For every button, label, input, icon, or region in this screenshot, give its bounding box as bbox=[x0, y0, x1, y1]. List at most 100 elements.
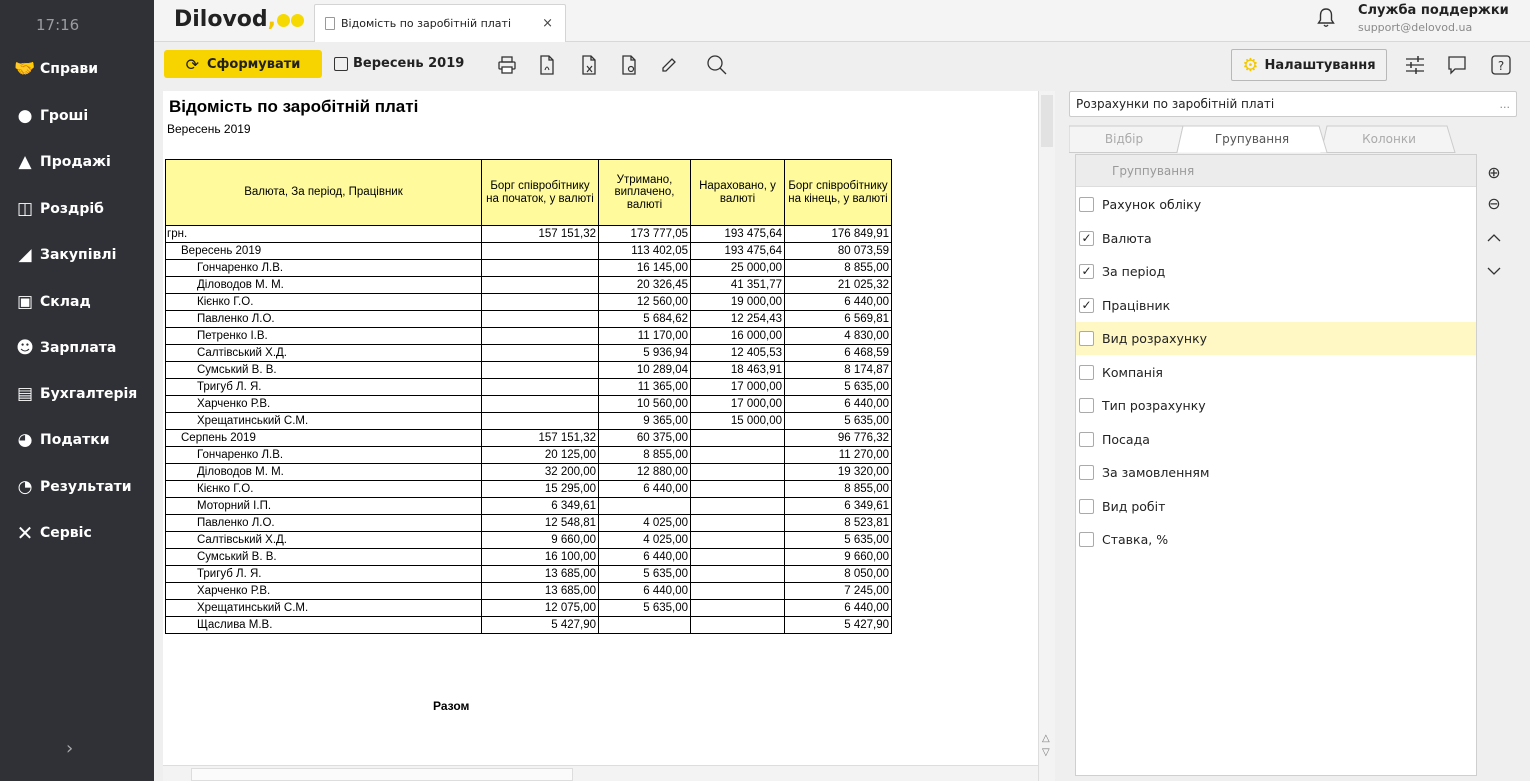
checkbox[interactable]: ✓ bbox=[1079, 230, 1094, 246]
tab-grouping[interactable]: Групування bbox=[1181, 125, 1323, 153]
column-header: Борг співробітнику на кінець, у валюті bbox=[784, 159, 892, 226]
table-row: Тригуб Л. Я. 11 365,00 17 000,00 5 635,00 bbox=[165, 378, 892, 396]
document-tab[interactable]: Відомість по заробітній платі × bbox=[314, 4, 566, 42]
checkbox[interactable]: ✓ bbox=[1079, 264, 1094, 279]
table-row: Харченко Р.В. 10 560,00 17 000,00 6 440,00 bbox=[165, 395, 892, 413]
scroll-down-icon[interactable]: ▽ bbox=[1042, 747, 1050, 758]
nav-item-taxes[interactable]: ◕ Податки bbox=[0, 418, 154, 462]
grouping-item[interactable]: ✓ Валюта bbox=[1076, 222, 1476, 255]
sidebar-expand-button[interactable]: › bbox=[66, 738, 73, 759]
nav-item-service[interactable]: ✕ Сервіс bbox=[0, 511, 154, 555]
grouping-item[interactable]: Компанія bbox=[1076, 356, 1476, 389]
chat-icon[interactable] bbox=[1444, 52, 1470, 78]
grouping-item[interactable]: Посада bbox=[1076, 423, 1476, 456]
nav-item-spravy[interactable]: 🤝 Справи bbox=[0, 47, 154, 91]
report-horizontal-scrollbar[interactable] bbox=[163, 765, 1038, 781]
support-title[interactable]: Служба поддержки bbox=[1358, 3, 1509, 18]
nav-label: Сервіс bbox=[40, 525, 92, 541]
nav-label: Податки bbox=[40, 432, 110, 448]
grouping-item[interactable]: За замовленням bbox=[1076, 456, 1476, 489]
column-header: Утримано, виплачено, валюті bbox=[598, 159, 691, 226]
grouping-item[interactable]: Вид розрахунку bbox=[1076, 322, 1476, 355]
checkbox[interactable] bbox=[1079, 364, 1094, 380]
checkbox[interactable] bbox=[1079, 465, 1094, 480]
move-down-icon[interactable] bbox=[1483, 260, 1505, 282]
nav-item-results[interactable]: ◔ Результати bbox=[0, 465, 154, 509]
search-icon[interactable] bbox=[704, 52, 730, 78]
generate-button[interactable]: ⟳ Сформувати bbox=[164, 50, 322, 78]
value-cell: 8 174,87 bbox=[784, 361, 892, 379]
grouping-item[interactable]: Тип розрахунку bbox=[1076, 389, 1476, 422]
move-up-icon[interactable] bbox=[1483, 227, 1505, 249]
document-settings-icon[interactable] bbox=[616, 52, 642, 78]
checkbox[interactable]: ✓ bbox=[1079, 297, 1094, 313]
row-label-cell: Гончаренко Л.В. bbox=[165, 259, 482, 277]
checkbox[interactable] bbox=[1079, 431, 1094, 447]
value-cell bbox=[690, 480, 785, 498]
value-cell bbox=[481, 395, 599, 413]
value-cell: 17 000,00 bbox=[690, 378, 785, 396]
scrollbar-thumb[interactable] bbox=[1041, 95, 1053, 147]
grouping-item[interactable]: Рахунок обліку bbox=[1076, 188, 1476, 221]
row-label-cell: Петренко І.В. bbox=[165, 327, 482, 345]
nav-label: Продажі bbox=[40, 154, 111, 170]
value-cell bbox=[690, 514, 785, 532]
close-tab-button[interactable]: × bbox=[542, 16, 553, 31]
more-button[interactable]: ... bbox=[1500, 98, 1511, 111]
value-cell bbox=[690, 616, 785, 634]
print-icon[interactable] bbox=[494, 52, 520, 78]
grouping-item[interactable]: ✓ За період bbox=[1076, 255, 1476, 288]
grouping-item[interactable]: ✓ Працівник bbox=[1076, 289, 1476, 322]
report-type-select[interactable]: Розрахунки по заробітній платі ... bbox=[1069, 91, 1517, 117]
nav-item-salary[interactable]: ☻ Зарплата bbox=[0, 326, 154, 370]
filter-sliders-icon[interactable] bbox=[1402, 52, 1428, 78]
scrollbar-thumb[interactable] bbox=[191, 768, 573, 781]
checkbox[interactable] bbox=[1079, 498, 1094, 514]
value-cell: 12 254,43 bbox=[690, 310, 785, 328]
checkbox[interactable] bbox=[1079, 532, 1094, 547]
sales-chart-icon: ▲ bbox=[18, 152, 32, 172]
checkbox[interactable] bbox=[1079, 197, 1094, 212]
tab-columns[interactable]: Колонки bbox=[1327, 125, 1451, 153]
tab-title: Відомість по заробітній платі bbox=[341, 17, 512, 30]
bell-icon[interactable] bbox=[1316, 7, 1336, 34]
value-cell: 5 635,00 bbox=[598, 599, 691, 617]
nav-item-money[interactable]: ● Гроші bbox=[0, 94, 154, 138]
scroll-up-icon[interactable]: △ bbox=[1042, 733, 1050, 744]
value-cell: 113 402,05 bbox=[598, 242, 691, 260]
help-icon[interactable]: ? bbox=[1488, 52, 1514, 78]
report-vertical-scrollbar[interactable]: △ ▽ bbox=[1038, 91, 1055, 781]
value-cell: 157 151,32 bbox=[481, 429, 599, 447]
settings-panel: Розрахунки по заробітній платі ... Відбі… bbox=[1065, 91, 1525, 781]
checkbox[interactable] bbox=[1079, 398, 1094, 413]
nav-item-retail[interactable]: ◫ Роздріб bbox=[0, 187, 154, 231]
value-cell: 8 855,00 bbox=[598, 446, 691, 464]
remove-circle-icon[interactable]: ⊖ bbox=[1483, 192, 1505, 214]
logo[interactable]: Dilovod, bbox=[174, 7, 305, 33]
export-excel-icon[interactable] bbox=[576, 52, 602, 78]
table-row: Харченко Р.В. 13 685,00 6 440,00 7 245,00 bbox=[165, 582, 892, 600]
value-cell: 6 440,00 bbox=[784, 599, 892, 617]
grouping-item-label: Тип розрахунку bbox=[1102, 398, 1206, 413]
nav-item-purchases[interactable]: ◢ Закупівлі bbox=[0, 233, 154, 277]
report-title: Відомість по заробітній платі bbox=[169, 97, 419, 116]
export-pdf-icon[interactable] bbox=[534, 52, 560, 78]
table-row: Салтівський Х.Д. 9 660,00 4 025,00 5 635,00 bbox=[165, 531, 892, 549]
grouping-item[interactable]: Ставка, % bbox=[1076, 523, 1476, 556]
value-cell bbox=[598, 616, 691, 634]
support-email[interactable]: support@delovod.ua bbox=[1358, 21, 1472, 34]
value-cell bbox=[690, 429, 785, 447]
add-circle-icon[interactable]: ⊕ bbox=[1483, 161, 1505, 183]
nav-item-accounting[interactable]: ▤ Бухгалтерія bbox=[0, 372, 154, 416]
grouping-item[interactable]: Вид робіт bbox=[1076, 490, 1476, 523]
settings-button[interactable]: ⚙ Налаштування bbox=[1231, 49, 1387, 81]
checkbox[interactable] bbox=[1079, 331, 1094, 346]
nav-item-warehouse[interactable]: ▣ Склад bbox=[0, 280, 154, 324]
value-cell bbox=[690, 531, 785, 549]
tab-filter[interactable]: Відбір bbox=[1069, 125, 1179, 153]
nav-item-sales[interactable]: ▲ Продажі bbox=[0, 140, 154, 184]
edit-pencil-icon[interactable] bbox=[656, 52, 682, 78]
period-selector[interactable]: Вересень 2019 bbox=[334, 56, 464, 71]
value-cell: 5 936,94 bbox=[598, 344, 691, 362]
row-label-cell: Тригуб Л. Я. bbox=[165, 378, 482, 396]
